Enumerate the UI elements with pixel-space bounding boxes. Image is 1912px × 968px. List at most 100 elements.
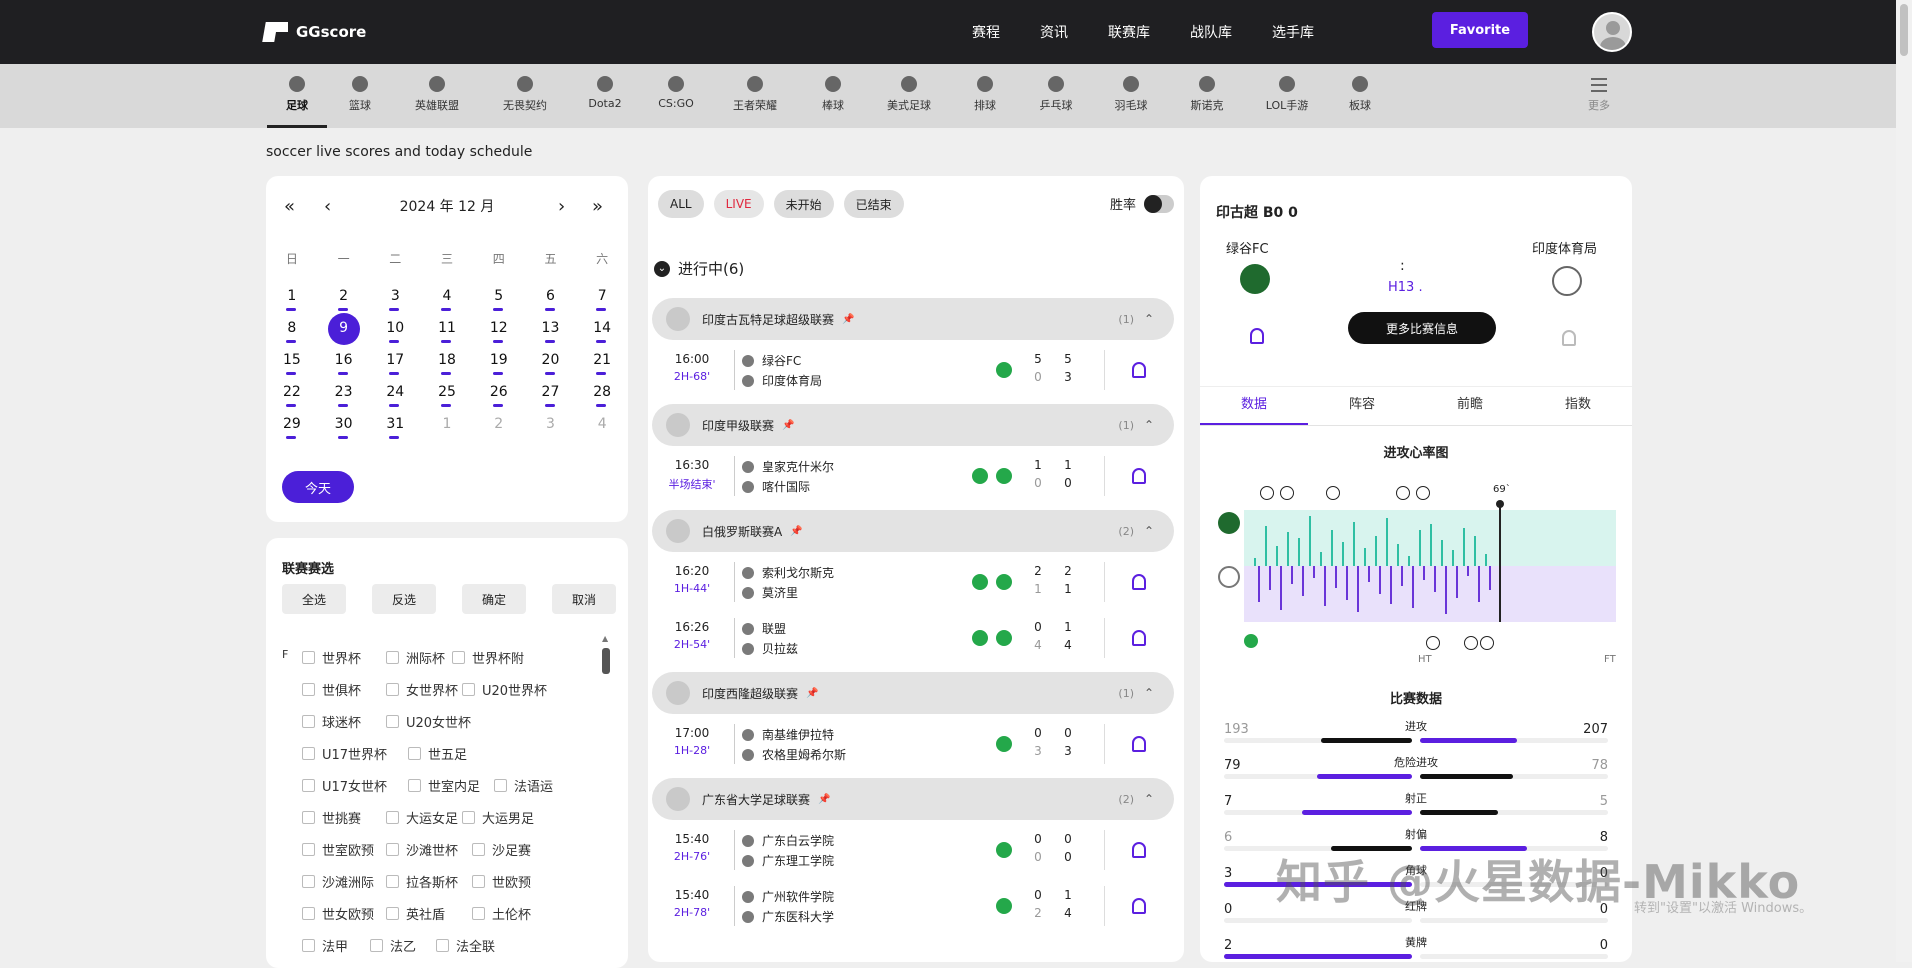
nav-news[interactable]: 资讯 — [1040, 22, 1068, 42]
sport-tab-12[interactable]: 斯诺克 — [1177, 76, 1237, 113]
filter-live[interactable]: LIVE — [713, 190, 764, 218]
checkbox[interactable] — [302, 683, 315, 696]
league-header[interactable]: 广东省大学足球联赛 📌 (2) ⌃ — [652, 778, 1174, 820]
confirm-button[interactable]: 确定 — [462, 584, 526, 614]
checkbox[interactable] — [302, 875, 315, 888]
page-scrollbar[interactable] — [1896, 0, 1912, 962]
checkbox[interactable] — [386, 875, 399, 888]
checkbox[interactable] — [386, 843, 399, 856]
calendar-day[interactable]: 16 — [318, 350, 370, 382]
calendar-day[interactable]: 2 — [473, 414, 525, 446]
checkbox[interactable] — [452, 651, 465, 664]
bell-icon[interactable] — [1132, 736, 1146, 752]
checkbox[interactable] — [386, 683, 399, 696]
nav-players[interactable]: 选手库 — [1272, 22, 1314, 42]
favorite-button[interactable]: Favorite — [1432, 12, 1528, 48]
chevron-up-icon[interactable]: ⌃ — [1144, 792, 1154, 806]
league-checkbox-item[interactable]: U20世界杯 — [462, 680, 547, 699]
calendar-day[interactable]: 26 — [473, 382, 525, 414]
pin-icon[interactable]: 📌 — [782, 420, 794, 431]
checkbox[interactable] — [472, 875, 485, 888]
calendar-day[interactable]: 17 — [369, 350, 421, 382]
pin-icon[interactable]: 📌 — [790, 526, 802, 537]
league-checkbox-item[interactable]: 法甲 — [302, 936, 348, 955]
live-video-icon[interactable] — [972, 574, 988, 590]
more-match-info-button[interactable]: 更多比赛信息 — [1348, 312, 1496, 344]
nav-schedule[interactable]: 赛程 — [972, 22, 1000, 42]
league-header[interactable]: 印度甲级联赛 📌 (1) ⌃ — [652, 404, 1174, 446]
live-video-icon[interactable] — [972, 630, 988, 646]
tab-odds[interactable]: 指数 — [1524, 387, 1632, 425]
next-year-icon[interactable]: » — [592, 196, 603, 217]
calendar-day[interactable]: 3 — [369, 286, 421, 318]
checkbox[interactable] — [302, 747, 315, 760]
calendar-day[interactable]: 20 — [525, 350, 577, 382]
next-month-icon[interactable]: › — [558, 196, 565, 217]
checkbox[interactable] — [302, 843, 315, 856]
match-row[interactable]: 15:40 2H-78' 广州软件学院 广东医科大学 0 1 2 4 — [652, 880, 1174, 932]
live-field-icon[interactable] — [996, 574, 1012, 590]
calendar-day[interactable]: 21 — [576, 350, 628, 382]
match-row[interactable]: 16:26 2H-54' 联盟 贝拉兹 0 1 4 4 — [652, 612, 1174, 664]
checkbox[interactable] — [472, 907, 485, 920]
live-field-icon[interactable] — [996, 468, 1012, 484]
sport-tab-0[interactable]: 足球 — [267, 76, 327, 128]
calendar-day[interactable]: 18 — [421, 350, 473, 382]
league-checkbox-item[interactable]: 世界杯附 — [452, 648, 524, 667]
calendar-day[interactable]: 4 — [421, 286, 473, 318]
calendar-day[interactable]: 13 — [525, 318, 577, 350]
sport-tab-2[interactable]: 英雄联盟 — [407, 76, 467, 113]
chevron-up-icon[interactable]: ⌃ — [1144, 312, 1154, 326]
nav-teams[interactable]: 战队库 — [1190, 22, 1232, 42]
checkbox[interactable] — [462, 683, 475, 696]
league-header[interactable]: 白俄罗斯联赛A 📌 (2) ⌃ — [652, 510, 1174, 552]
sport-tab-4[interactable]: Dota2 — [575, 76, 635, 110]
league-checkbox-item[interactable]: 洲际杯 — [386, 648, 445, 667]
calendar-day[interactable]: 31 — [369, 414, 421, 446]
league-checkbox-item[interactable]: 球迷杯 — [302, 712, 361, 731]
live-field-icon[interactable] — [996, 842, 1012, 858]
filter-finished[interactable]: 已结束 — [843, 190, 904, 218]
match-row[interactable]: 15:40 2H-76' 广东白云学院 广东理工学院 0 0 0 0 — [652, 824, 1174, 876]
league-checkbox-item[interactable]: 沙足赛 — [472, 840, 531, 859]
user-avatar[interactable] — [1592, 12, 1632, 52]
list-scroll-up-icon[interactable]: ▲ — [602, 634, 608, 643]
nav-leagues[interactable]: 联赛库 — [1108, 22, 1150, 42]
calendar-day[interactable]: 3 — [525, 414, 577, 446]
league-checkbox-item[interactable]: 世欧预 — [472, 872, 531, 891]
calendar-day[interactable]: 9 — [318, 313, 370, 350]
sport-tab-13[interactable]: LOL手游 — [1257, 76, 1317, 113]
bell-icon[interactable] — [1132, 574, 1146, 590]
more-sports-button[interactable]: 更多 — [1588, 78, 1610, 113]
pin-icon[interactable]: 📌 — [818, 794, 830, 805]
sport-tab-5[interactable]: CS:GO — [646, 76, 706, 110]
league-checkbox-item[interactable]: U17世界杯 — [302, 744, 387, 763]
checkbox[interactable] — [302, 811, 315, 824]
calendar-day[interactable]: 1 — [421, 414, 473, 446]
calendar-day[interactable]: 25 — [421, 382, 473, 414]
home-bell-icon[interactable] — [1250, 328, 1264, 344]
bell-icon[interactable] — [1132, 842, 1146, 858]
chevron-up-icon[interactable]: ⌃ — [1144, 418, 1154, 432]
checkbox[interactable] — [302, 907, 315, 920]
calendar-day[interactable]: 12 — [473, 318, 525, 350]
ongoing-section-header[interactable]: ⌄ 进行中(6) — [654, 258, 744, 279]
away-bell-icon[interactable] — [1562, 330, 1576, 346]
calendar-day[interactable]: 28 — [576, 382, 628, 414]
league-list-scrollbar[interactable] — [602, 648, 610, 674]
calendar-day[interactable]: 5 — [473, 286, 525, 318]
league-checkbox-item[interactable]: 沙滩世杯 — [386, 840, 458, 859]
calendar-day[interactable]: 11 — [421, 318, 473, 350]
league-checkbox-item[interactable]: 土伦杯 — [472, 904, 531, 923]
league-checkbox-item[interactable]: 沙滩洲际 — [302, 872, 374, 891]
match-row[interactable]: 16:20 1H-44' 索利戈尔斯克 莫济里 2 2 1 1 — [652, 556, 1174, 608]
calendar-day[interactable]: 30 — [318, 414, 370, 446]
league-checkbox-item[interactable]: 法乙 — [370, 936, 416, 955]
sport-tab-11[interactable]: 羽毛球 — [1101, 76, 1161, 113]
league-checkbox-item[interactable]: U17女世杯 — [302, 776, 387, 795]
invert-selection-button[interactable]: 反选 — [372, 584, 436, 614]
checkbox[interactable] — [462, 811, 475, 824]
filter-not-started[interactable]: 未开始 — [773, 190, 834, 218]
filter-all[interactable]: ALL — [658, 190, 704, 218]
calendar-day[interactable]: 29 — [266, 414, 318, 446]
